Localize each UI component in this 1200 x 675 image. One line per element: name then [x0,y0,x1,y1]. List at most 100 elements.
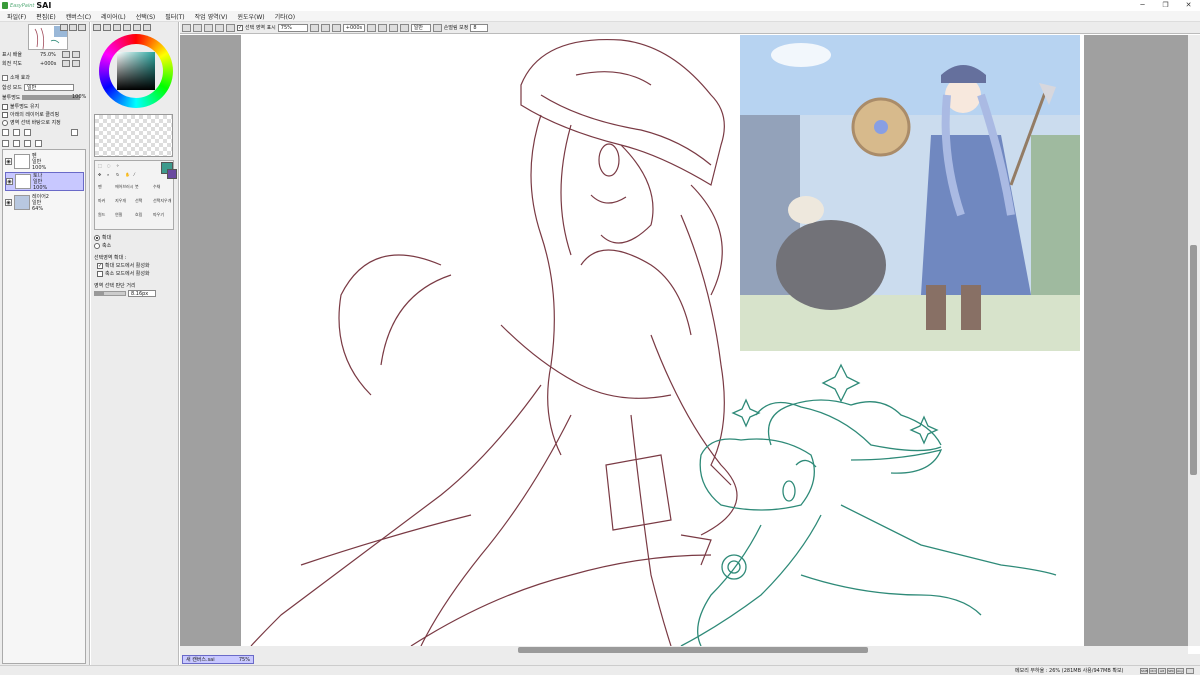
mode-button[interactable] [432,23,442,32]
lasso-icon[interactable]: ◌ [107,164,111,168]
zoom-label: 표시 배율 [2,52,22,58]
mode-select[interactable]: 일반 [410,23,431,32]
tool-pencil[interactable]: 연필 [115,213,122,217]
restore-button[interactable]: ❐ [1154,0,1177,11]
color-swatches[interactable] [94,114,173,157]
nav-zoom-in-button[interactable] [60,24,68,31]
menu-edit[interactable]: 편집(E) [36,12,56,21]
menu-layer[interactable]: 레이어(L) [101,12,126,21]
delete-layer-icon[interactable] [35,140,42,147]
rotate-cw-button[interactable] [377,23,387,32]
tool-pen[interactable]: 펜 [98,185,102,189]
new-folder-icon[interactable] [24,129,31,136]
shrink-mode-checkbox[interactable] [97,270,103,277]
nav-zoom-out-button[interactable] [69,24,77,31]
zoom-minus-button[interactable] [61,51,70,58]
hsv-slider-tab[interactable] [113,24,121,31]
zoom-plus-button[interactable] [71,51,80,58]
eye-icon[interactable]: ◉ [6,178,13,185]
layer-item-tona[interactable]: ◉ 토나 일반 100% [5,172,84,191]
flip-button[interactable] [399,23,409,32]
menu-window[interactable]: 윈도우(W) [237,12,264,21]
tool-binary-pen[interactable]: 따우기 [153,213,164,217]
invert-select-button[interactable] [215,23,224,32]
new-linework-layer-icon[interactable] [13,129,20,136]
ctrl-indicator: Ctrl [1149,668,1157,674]
gradient-tab[interactable] [123,24,131,31]
layer-item-pen[interactable]: ◉ 펜 일반 100% [5,152,84,171]
rotate-reset-button[interactable] [388,23,398,32]
tool-brush[interactable]: 붓 [135,185,139,189]
vertical-scrollbar[interactable] [1188,35,1200,646]
clear-button[interactable] [226,23,235,32]
magic-wand-icon[interactable]: ✧ [116,164,119,168]
rotate-ccw-button[interactable] [366,23,376,32]
zoom-in-button[interactable] [320,23,330,32]
merge-layer-icon[interactable] [24,140,31,147]
tool-marker[interactable]: 마커 [98,199,105,203]
new-layer-icon[interactable] [2,129,9,136]
rotate-left-button[interactable] [62,60,71,67]
rgb-slider-tab[interactable] [103,24,111,31]
menu-file[interactable]: 파일(F) [7,12,26,21]
deselect-button[interactable] [204,23,213,32]
drawing-canvas[interactable] [241,35,1084,646]
zoom-in-radio[interactable] [94,234,100,241]
menu-canvas[interactable]: 캔버스(C) [66,12,91,21]
sample-source-radio[interactable] [2,119,8,126]
range-value[interactable]: 8.16px [128,290,156,297]
scratchpad-tab[interactable] [143,24,151,31]
rect-select-icon[interactable]: ⬚ [98,164,102,168]
eyedropper-icon[interactable]: ⁄ [134,173,135,177]
tool-eraser[interactable]: 지우개 [115,199,126,203]
eye-icon[interactable]: ◉ [5,158,12,165]
nav-reset-button[interactable] [78,24,86,31]
collapse-icon[interactable] [2,74,8,81]
zoom-select[interactable]: 75% [277,23,308,32]
horizontal-scrollbar[interactable] [180,646,1188,654]
menu-select[interactable]: 선택(S) [136,12,156,21]
clip-layer-checkbox[interactable] [2,111,8,118]
tool-blur[interactable]: 흐림 [135,213,142,217]
color-wheel-tab[interactable] [93,24,101,31]
protect-opacity-checkbox[interactable] [2,103,8,110]
canvas-area[interactable] [180,35,1188,646]
close-button[interactable]: ✕ [1177,0,1200,11]
layer-menu-icon[interactable] [71,129,78,136]
merge-down-icon[interactable] [13,140,20,147]
range-slider[interactable] [94,291,126,296]
menu-other[interactable]: 기타(O) [275,12,295,21]
color-wheel[interactable] [99,34,173,108]
document-tab[interactable]: 새 캔버스.sai 75% [182,655,254,664]
zoom-reset-button[interactable] [331,23,341,32]
color-picker-square[interactable] [117,52,155,90]
secondary-color-swatch[interactable] [167,169,177,179]
blend-mode-select[interactable]: 일반 [24,84,74,91]
hand-tool-icon[interactable]: ✋ [125,173,130,177]
tool-airbrush[interactable]: 에어브러시 [115,185,133,189]
tool-bucket[interactable]: 원드 [98,213,105,217]
zoom-out-radio[interactable] [94,242,100,249]
zoom-tool-icon[interactable]: ⌕ [107,173,109,177]
copy-layer-icon[interactable] [2,140,9,147]
undo-button[interactable] [182,23,191,32]
minimize-button[interactable]: ─ [1131,0,1154,11]
tool-watercolor[interactable]: 수채 [153,185,160,189]
eye-icon[interactable]: ◉ [5,199,12,206]
redo-button[interactable] [193,23,202,32]
tool-select-pen[interactable]: 선택 [135,199,142,203]
layer-item-layer2[interactable]: ◉ 레이어2 일반 64% [5,193,84,212]
show-selection-checkbox[interactable]: ✓ [237,24,243,31]
zoom-out-button[interactable] [309,23,319,32]
menu-filter[interactable]: 필터(T) [165,12,184,21]
menu-workspace[interactable]: 작업 영역(V) [195,12,228,21]
left-panel: 표시 배율 75.0% 회전 각도 +000s 소재 효과 합성 모드 일반 불… [0,22,90,665]
move-icon[interactable]: ✥ [98,173,101,177]
angle-select[interactable]: +000s [342,23,365,32]
rotate-tool-icon[interactable]: ↻ [116,173,119,177]
stabilizer-select[interactable]: 8 [470,23,489,32]
zoom-mode-checkbox[interactable]: ✓ [97,262,103,269]
tool-select-eraser[interactable]: 선택지우개 [153,199,171,203]
rotate-right-button[interactable] [72,60,81,67]
swatch-tab[interactable] [133,24,141,31]
